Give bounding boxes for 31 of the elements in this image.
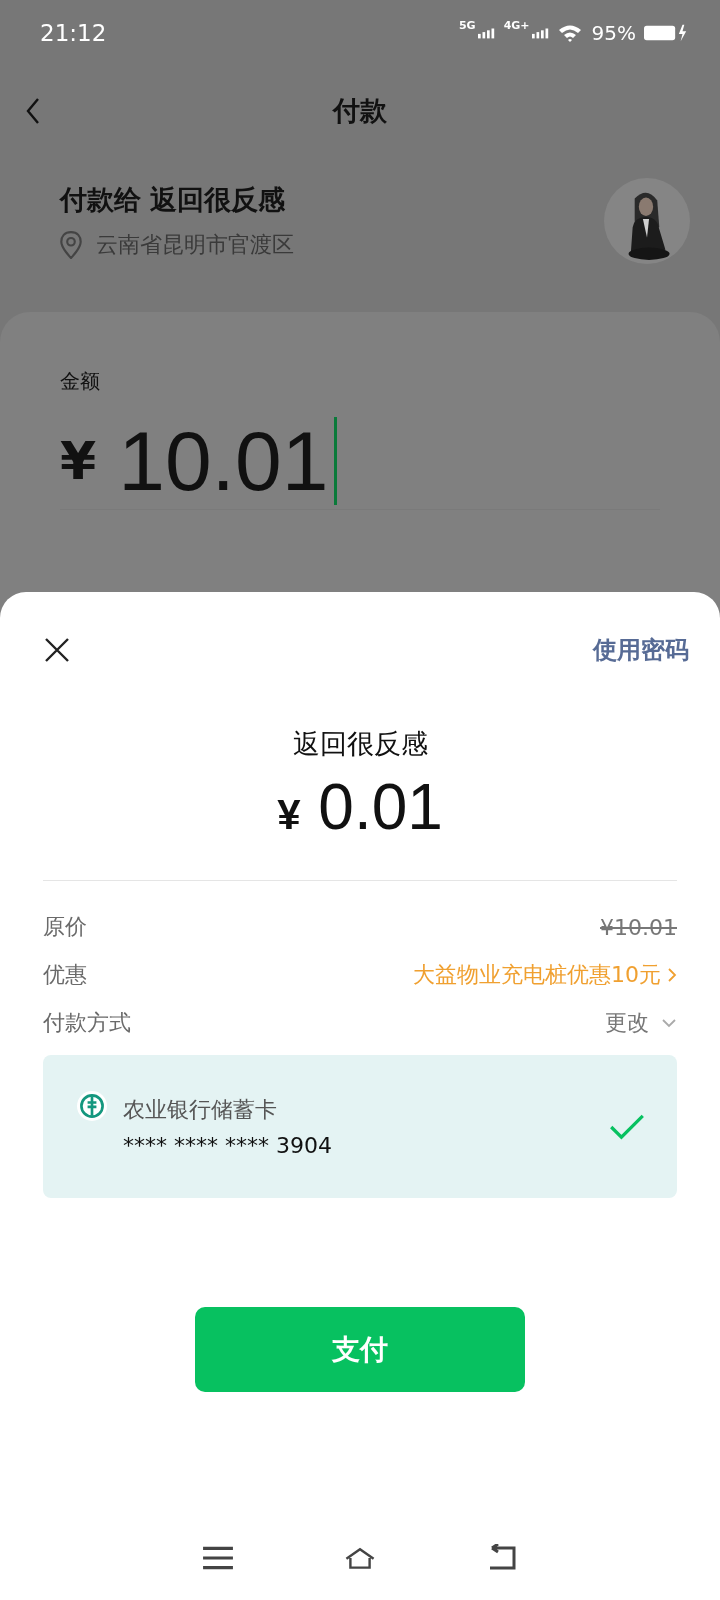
recipient-name: 返回很反感 [291,727,429,761]
bank-card-option[interactable]: 农业银行储蓄卡 **** **** **** 3904 [43,1055,677,1198]
change-dropdown[interactable]: 更改 [605,1008,677,1038]
signal-label: 4G+ [503,19,530,32]
card-name: 农业银行储蓄卡 [123,1096,278,1124]
wifi-icon [557,24,582,42]
amount-label: 金额 [60,368,101,395]
signal-label: 5G [458,19,476,32]
close-icon[interactable] [44,637,70,663]
use-password-link[interactable]: 使用密码 [593,634,689,666]
payee-name: 付款给 返回很反感 [60,183,287,217]
payee-location: 云南省昆明市官渡区 [96,231,294,259]
battery-charging-icon [644,23,688,43]
chevron-down-icon [661,1018,677,1028]
original-price: ¥10.01 [600,914,677,940]
signal-icon [531,27,550,39]
row-label: 优惠 [43,961,87,989]
menu-icon[interactable] [202,1544,234,1572]
signal-icon [477,27,496,39]
location-pin-icon [60,231,82,259]
amount-field[interactable]: ¥ 10.01 [60,413,660,510]
status-time: 21:12 [40,20,107,46]
bank-logo-icon [77,1091,107,1121]
row-label: 原价 [43,913,87,941]
row-label: 付款方式 [43,1009,131,1037]
chevron-right-icon [667,967,677,983]
card-number: **** **** **** 3904 [123,1133,333,1158]
back-icon[interactable] [26,97,40,125]
page-title: 付款 [333,94,387,128]
battery-percent: 95% [591,21,636,45]
pay-amount: ¥ 0.01 [276,770,444,844]
